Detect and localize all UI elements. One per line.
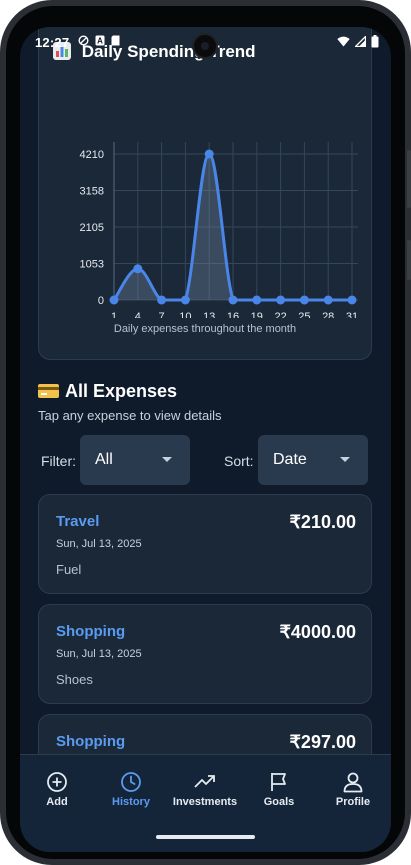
wifi-icon <box>337 36 350 47</box>
all-expenses-subtitle: Tap any expense to view details <box>38 408 222 423</box>
data-point <box>347 295 357 305</box>
x-tick-label: 10 <box>179 311 191 318</box>
y-tick-label: 0 <box>98 295 104 307</box>
y-tick-label: 3158 <box>80 185 104 197</box>
x-tick-label: 1 <box>111 311 117 318</box>
chart-caption: Daily expenses throughout the month <box>113 323 297 335</box>
clock-icon <box>121 772 141 792</box>
expense-amount: ₹210.00 <box>289 512 356 532</box>
expense-date: Sun, Jul 13, 2025 <box>56 648 142 660</box>
data-point <box>180 295 190 305</box>
sort-dropdown[interactable]: Date <box>258 435 368 485</box>
nav-label: Goals <box>263 796 295 808</box>
data-point <box>323 295 333 305</box>
chevron-down-icon <box>162 457 172 462</box>
nav-investments[interactable]: Investments <box>168 771 242 808</box>
sort-label: Sort: <box>224 453 254 469</box>
credit-card-icon <box>38 381 59 402</box>
filter-label: Filter: <box>41 453 76 469</box>
expense-category: Shopping <box>56 623 126 640</box>
expense-category: Travel <box>56 513 100 530</box>
spending-chart: 0 1053 2105 3158 4210 1 4 7 10 13 16 19 22 25 28 31 <box>80 142 358 318</box>
expense-note: Fuel <box>56 562 82 577</box>
volume-button <box>407 150 411 208</box>
x-tick-label: 4 <box>135 311 141 318</box>
data-point <box>276 295 286 305</box>
expense-date: Sun, Jul 13, 2025 <box>56 538 142 550</box>
screen: Daily Spending Trend 0 1053 2105 3158 4210 1 4… <box>20 27 391 852</box>
sort-dropdown-value: Date <box>273 451 307 468</box>
y-tick-label: 2105 <box>80 222 104 234</box>
filter-dropdown[interactable]: All <box>80 435 190 485</box>
nav-label: Investments <box>172 796 238 808</box>
x-tick-label: 28 <box>322 311 334 318</box>
front-camera <box>192 33 218 59</box>
nav-history[interactable]: History <box>94 771 168 808</box>
status-time: 12:27 <box>35 35 70 50</box>
expense-note: Shoes <box>56 672 93 687</box>
data-point <box>252 295 262 305</box>
home-indicator[interactable] <box>156 835 255 839</box>
power-button <box>407 240 411 280</box>
x-tick-label: 16 <box>227 311 239 318</box>
phone-frame: Daily Spending Trend 0 1053 2105 3158 4210 1 4… <box>0 0 411 865</box>
person-icon <box>343 772 363 793</box>
y-tick-label: 1053 <box>80 258 104 270</box>
all-expenses-title-text: All Expenses <box>65 381 178 401</box>
data-point <box>157 295 167 305</box>
expense-amount: ₹4000.00 <box>279 622 356 642</box>
chevron-down-icon <box>340 457 350 462</box>
data-point <box>109 295 119 305</box>
flag-icon <box>271 773 286 791</box>
x-tick-label: 19 <box>251 311 263 318</box>
nav-label: History <box>112 796 150 808</box>
data-point <box>204 149 214 159</box>
nav-profile[interactable]: Profile <box>316 771 390 808</box>
svg-text:A: A <box>97 37 103 46</box>
x-tick-label: 31 <box>346 311 358 318</box>
data-point <box>299 295 309 305</box>
plus-circle-icon <box>47 772 67 792</box>
data-point <box>133 264 143 274</box>
nav-label: Profile <box>335 796 371 808</box>
spending-trend-card: Daily Spending Trend 0 1053 2105 3158 4210 1 4… <box>38 27 372 360</box>
do-not-disturb-icon <box>78 35 89 46</box>
expense-category: Shopping <box>56 733 126 750</box>
expense-card[interactable]: Travel ₹210.00 Sun, Jul 13, 2025 Fuel <box>38 494 372 594</box>
status-bar: 12:27 A <box>20 27 391 59</box>
x-tick-label: 25 <box>298 311 310 318</box>
nav-add[interactable]: Add <box>20 771 94 808</box>
battery-icon <box>371 35 379 48</box>
notification-a-icon: A <box>95 35 105 46</box>
sd-card-icon <box>111 35 120 46</box>
x-tick-label: 13 <box>203 311 215 318</box>
signal-icon <box>355 36 366 47</box>
y-tick-label: 4210 <box>80 149 104 161</box>
all-expenses-title: All Expenses <box>38 381 177 402</box>
x-tick-label: 22 <box>274 311 286 318</box>
expense-amount: ₹297.00 <box>289 732 356 752</box>
trending-up-icon <box>194 775 215 788</box>
nav-goals[interactable]: Goals <box>242 771 316 808</box>
filter-dropdown-value: All <box>95 451 113 468</box>
expense-card[interactable]: Shopping ₹4000.00 Sun, Jul 13, 2025 Shoe… <box>38 604 372 704</box>
data-point <box>228 295 238 305</box>
nav-label: Add <box>46 796 68 808</box>
x-tick-label: 7 <box>159 311 165 318</box>
